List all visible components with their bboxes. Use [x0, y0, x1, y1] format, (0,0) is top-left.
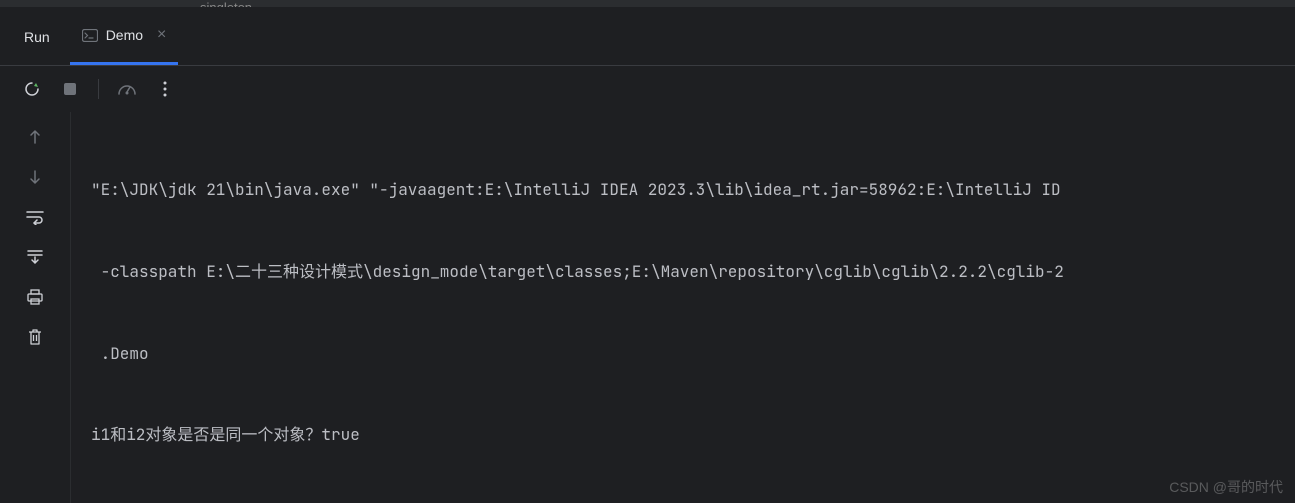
watermark: CSDN @哥的时代 [1169, 477, 1283, 497]
trash-icon[interactable] [24, 326, 46, 348]
console-icon [82, 28, 98, 42]
down-arrow-icon[interactable] [24, 166, 46, 188]
print-icon[interactable] [24, 286, 46, 308]
more-icon[interactable] [155, 79, 175, 99]
up-arrow-icon[interactable] [24, 126, 46, 148]
rerun-icon[interactable] [22, 79, 42, 99]
console-line: "E:\JDK\jdk 21\bin\java.exe" "-javaagent… [91, 176, 1285, 203]
console-line: -classpath E:\二十三种设计模式\design_mode\targe… [91, 258, 1285, 285]
run-tool-window-label: Run [0, 29, 70, 45]
separator [98, 79, 99, 99]
console-gutter [0, 112, 70, 503]
run-toolbar [0, 66, 1295, 112]
console-line: .Demo [91, 340, 1285, 367]
close-icon[interactable]: × [157, 27, 166, 43]
tab-demo[interactable]: Demo × [70, 8, 179, 65]
folder-label: singleton [200, 0, 252, 8]
console-output[interactable]: "E:\JDK\jdk 21\bin\java.exe" "-javaagent… [70, 112, 1295, 503]
soft-wrap-icon[interactable] [24, 206, 46, 228]
tab-label: Demo [106, 27, 143, 43]
stop-icon[interactable] [60, 79, 80, 99]
console-line: i1和i2对象是否是同一个对象？true [91, 421, 1285, 448]
run-main-area: "E:\JDK\jdk 21\bin\java.exe" "-javaagent… [0, 112, 1295, 503]
project-tree-fragment: singleton [0, 0, 1295, 8]
scroll-to-end-icon[interactable] [24, 246, 46, 268]
run-tab-bar: Run Demo × [0, 8, 1295, 66]
performance-icon[interactable] [117, 79, 137, 99]
